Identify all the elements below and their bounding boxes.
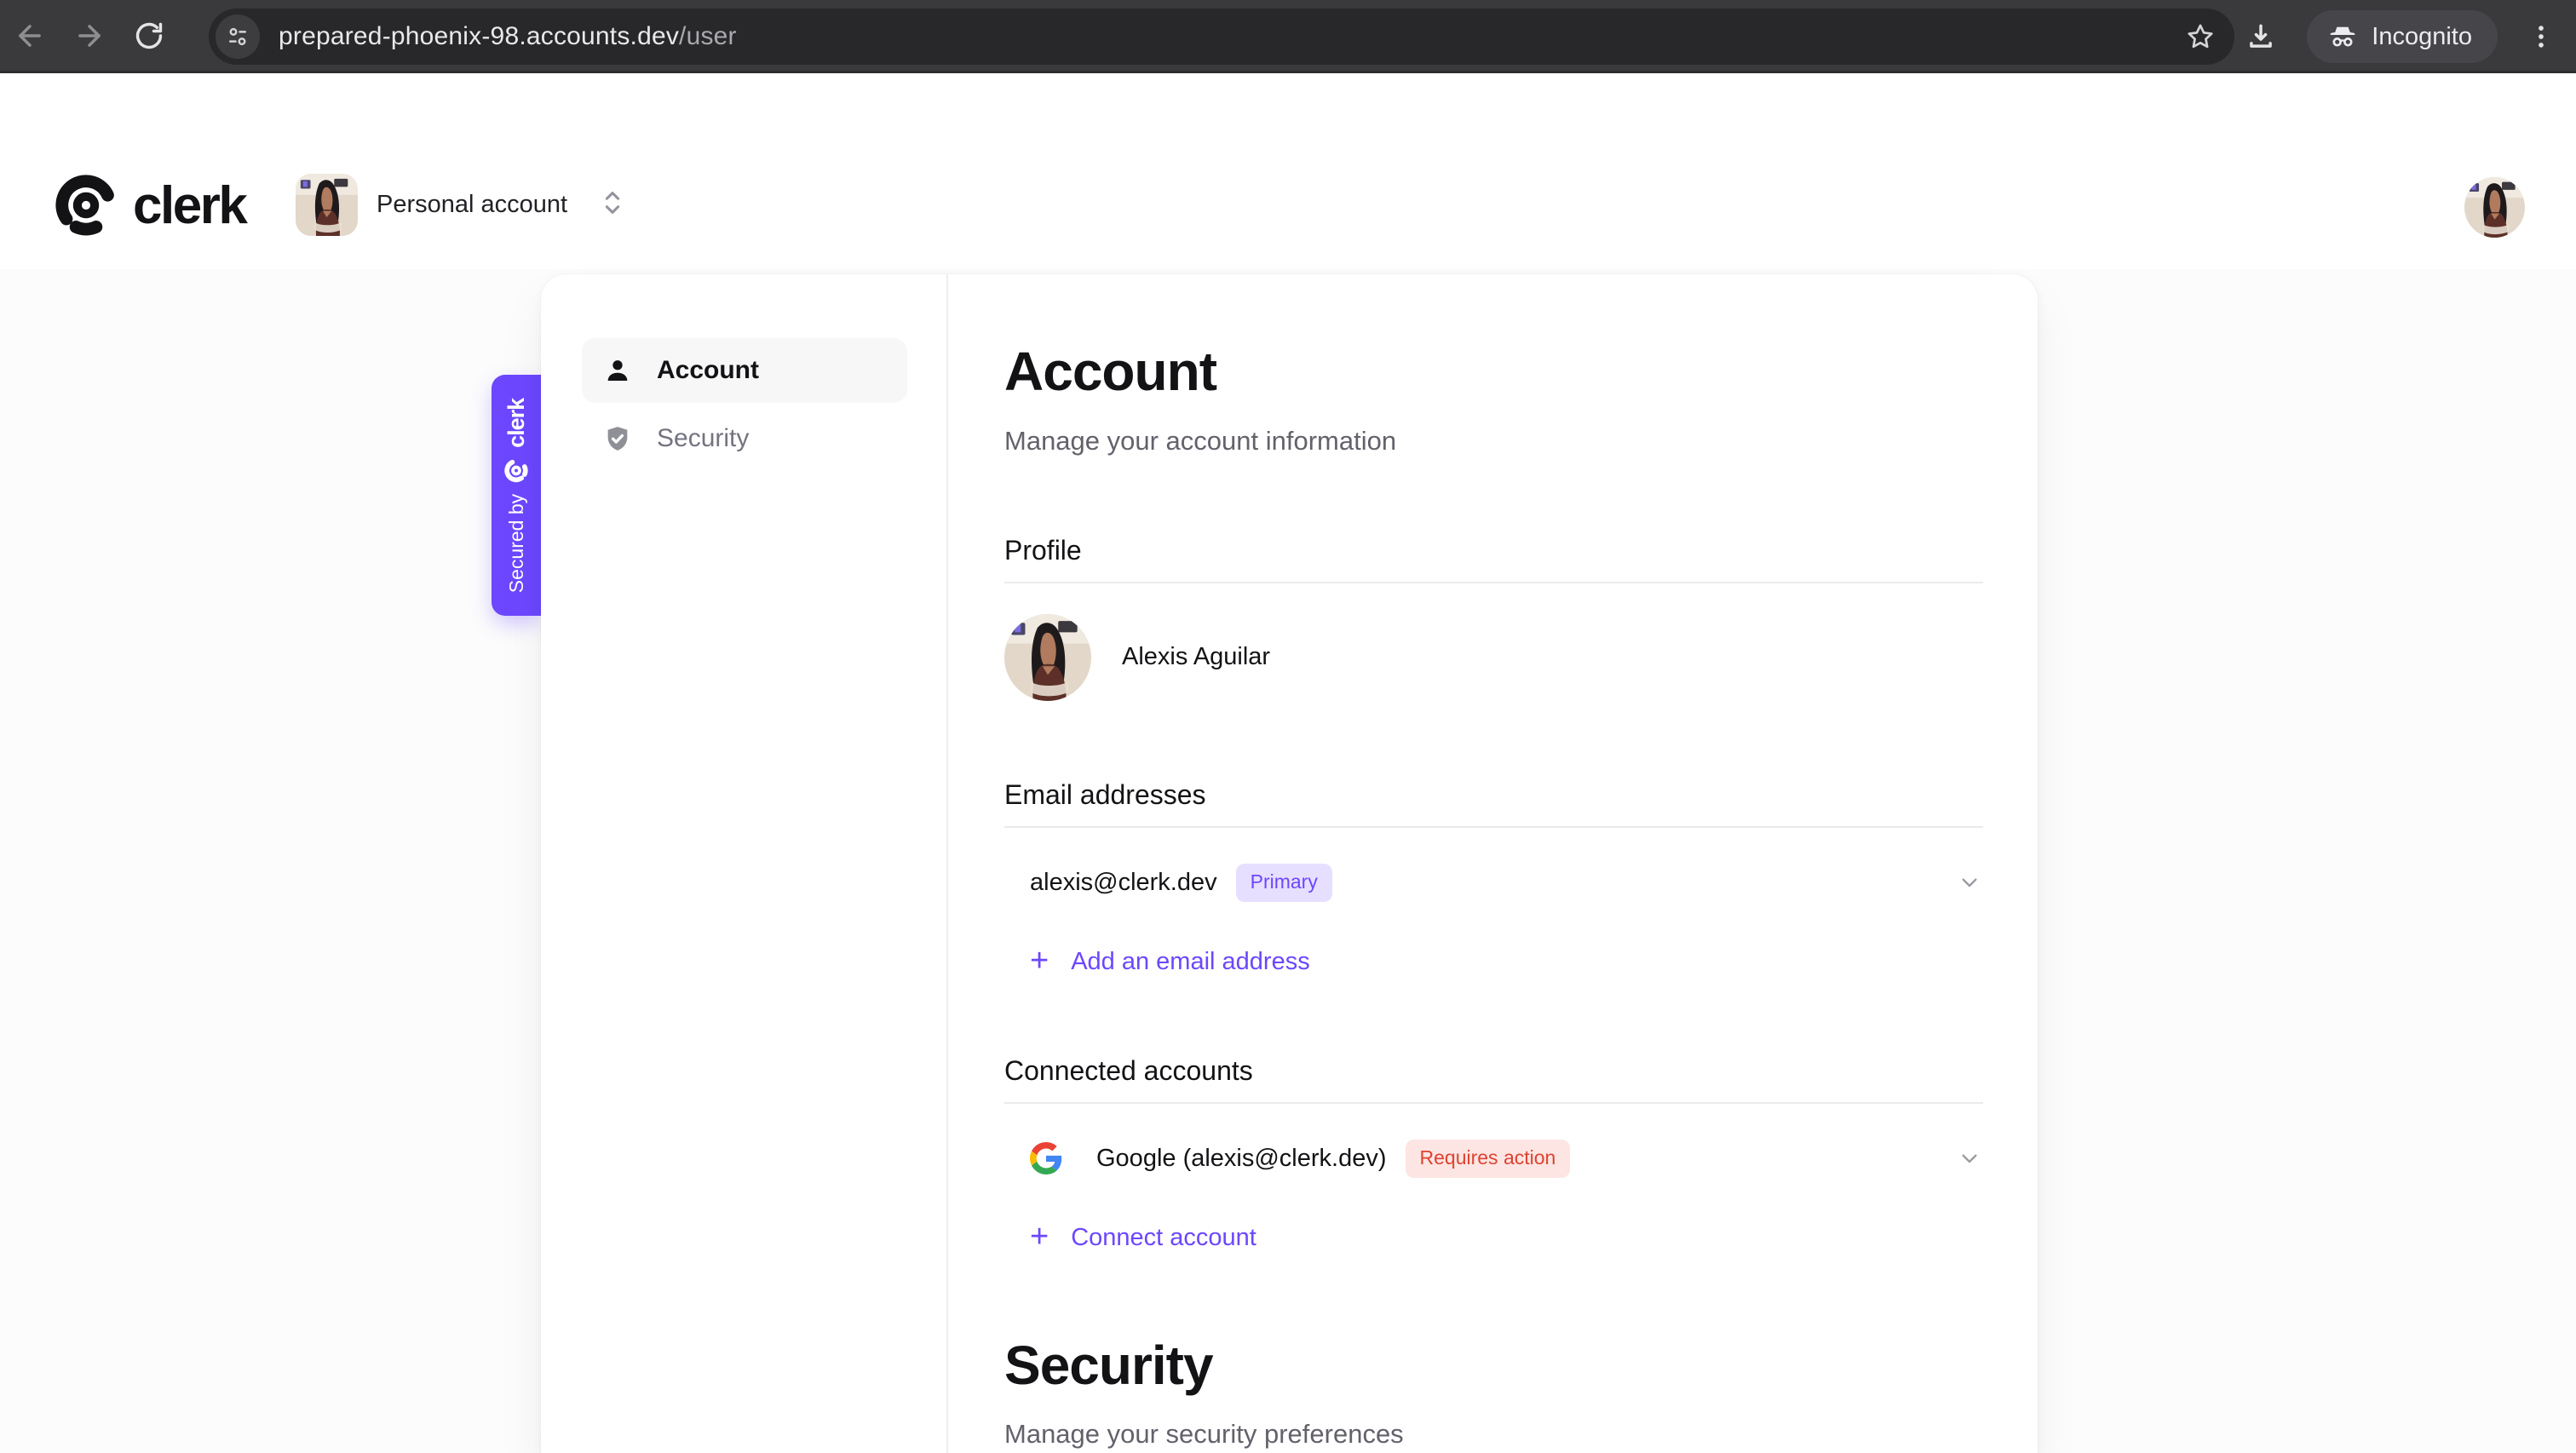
clerk-logo-icon: [53, 172, 119, 238]
profile-name: Alexis Aguilar: [1122, 643, 1270, 671]
profile-row[interactable]: Alexis Aguilar: [1004, 614, 1983, 701]
incognito-icon: [2327, 21, 2358, 52]
incognito-badge[interactable]: Incognito: [2307, 10, 2498, 63]
shield-check-icon: [602, 423, 633, 454]
browser-menu-icon[interactable]: [2520, 13, 2562, 60]
clerk-wordmark: clerk: [133, 175, 245, 236]
chevron-down-icon[interactable]: [1956, 869, 1983, 896]
incognito-label: Incognito: [2372, 23, 2472, 51]
email-address: alexis@clerk.dev: [1030, 869, 1217, 897]
requires-action-badge: Requires action: [1406, 1140, 1571, 1178]
email-addresses-section: Email addresses alexis@clerk.dev Primary…: [1004, 779, 1983, 977]
sidebar-item-security[interactable]: Security: [582, 406, 907, 471]
account-switcher[interactable]: Personal account: [296, 174, 624, 236]
profile-avatar: [1004, 614, 1091, 701]
account-subtitle: Manage your account information: [1004, 426, 1983, 457]
connect-account-button[interactable]: + Connect account: [1004, 1224, 1983, 1253]
email-row[interactable]: alexis@clerk.dev Primary: [1004, 864, 1983, 902]
up-down-carets-icon: [601, 187, 624, 222]
clerk-logo: clerk: [53, 172, 245, 238]
url-domain: prepared-phoenix-98.accounts.dev: [279, 22, 679, 50]
browser-back-button[interactable]: [0, 6, 60, 66]
email-addresses-heading: Email addresses: [1004, 779, 1983, 828]
security-section: Security Manage your security preference…: [1004, 1335, 1983, 1450]
connected-account-row[interactable]: Google (alexis@clerk.dev) Requires actio…: [1004, 1140, 1983, 1178]
app-header: clerk Personal account: [0, 73, 2576, 269]
browser-forward-button[interactable]: [60, 6, 119, 66]
ribbon-brand-label: clerk: [503, 398, 530, 447]
switcher-label: Personal account: [377, 191, 567, 219]
add-email-button[interactable]: + Add an email address: [1004, 948, 1983, 977]
google-icon: [1030, 1140, 1066, 1176]
secured-by-label: Secured by: [505, 493, 528, 592]
add-email-label: Add an email address: [1071, 948, 1310, 976]
browser-toolbar: prepared-phoenix-98.accounts.dev/user In…: [0, 0, 2576, 73]
sidebar-item-label: Account: [657, 356, 759, 385]
profile-section: Profile Alexis Aguilar: [1004, 535, 1983, 701]
connected-accounts-section: Connected accounts Google (alexis@clerk.…: [1004, 1055, 1983, 1253]
sidebar-item-account[interactable]: Account: [582, 338, 907, 403]
url-text: prepared-phoenix-98.accounts.dev/user: [279, 22, 737, 51]
page-title-security: Security: [1004, 1335, 1983, 1398]
person-icon: [602, 355, 633, 386]
primary-badge: Primary: [1236, 864, 1332, 902]
connect-account-label: Connect account: [1071, 1224, 1256, 1252]
address-bar[interactable]: prepared-phoenix-98.accounts.dev/user: [209, 9, 2234, 65]
downloads-icon[interactable]: [2237, 13, 2285, 60]
bookmark-star-icon[interactable]: [2178, 14, 2222, 59]
security-subtitle: Manage your security preferences: [1004, 1419, 1983, 1450]
card-main: Account Manage your account information …: [948, 274, 2038, 1453]
secured-by-clerk-ribbon[interactable]: Secured by clerk: [492, 375, 541, 616]
connected-accounts-heading: Connected accounts: [1004, 1055, 1983, 1104]
site-info-icon[interactable]: [216, 14, 260, 59]
plus-icon: +: [1030, 1220, 1049, 1253]
plus-icon: +: [1030, 945, 1049, 977]
page-title-account: Account: [1004, 341, 1983, 404]
chevron-down-icon[interactable]: [1956, 1145, 1983, 1172]
switcher-avatar: [296, 174, 358, 236]
browser-reload-button[interactable]: [119, 6, 179, 66]
card-sidebar: Account Security: [541, 274, 948, 1453]
user-profile-card: Account Security Account Manage your acc…: [541, 274, 2038, 1453]
connected-account-name: Google (alexis@clerk.dev): [1096, 1145, 1387, 1173]
user-avatar-button[interactable]: [2464, 177, 2525, 238]
url-path: /user: [679, 22, 737, 50]
profile-heading: Profile: [1004, 535, 1983, 583]
sidebar-item-label: Security: [657, 424, 749, 453]
clerk-ribbon-logo-icon: [503, 457, 529, 483]
